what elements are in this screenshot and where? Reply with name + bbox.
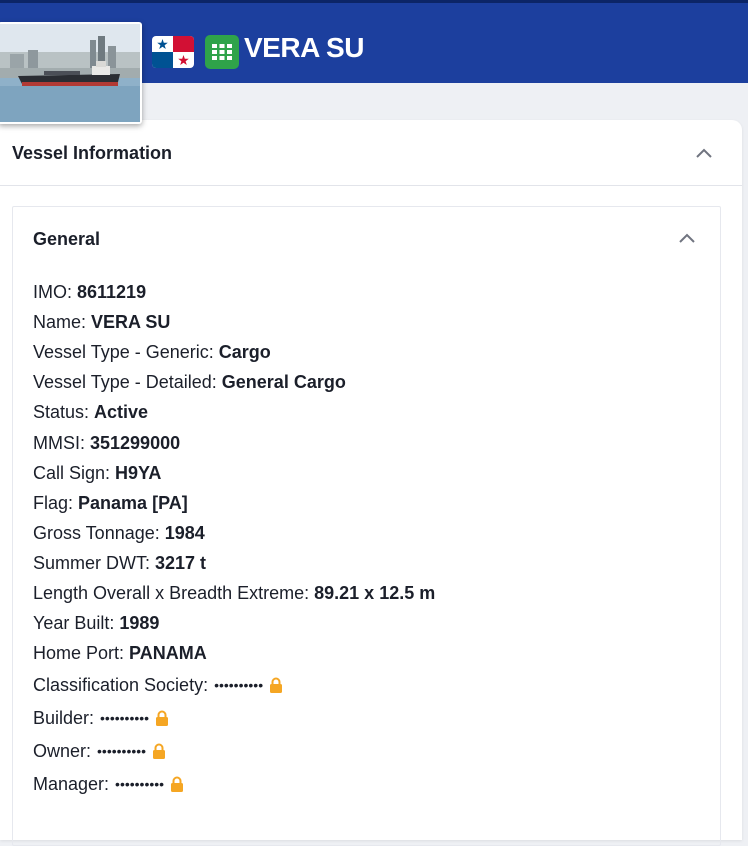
field-label: IMO: (33, 282, 72, 303)
field-label: Length Overall x Breadth Extreme: (33, 582, 310, 603)
field-vessel-type-generic: Vessel Type - Generic: Cargo (33, 337, 713, 367)
field-year-built: Year Built: 1989 (33, 608, 713, 638)
field-call-sign: Call Sign: H9YA (33, 458, 713, 488)
field-label: Year Built: (33, 613, 115, 634)
field-label: Home Port: (33, 643, 125, 664)
section-title: General (33, 229, 101, 249)
field-manager: Manager: •••••••••• (33, 767, 713, 800)
field-owner: Owner: •••••••••• (33, 734, 713, 767)
field-label: Flag: (33, 492, 74, 513)
lock-icon[interactable] (155, 710, 169, 726)
field-value: 351299000 (90, 432, 181, 453)
grid-icon[interactable] (205, 35, 239, 69)
field-vessel-type-detailed: Vessel Type - Detailed: General Cargo (33, 367, 713, 397)
divider (0, 185, 742, 186)
chevron-up-icon[interactable] (694, 146, 714, 160)
field-value: Panama [PA] (78, 492, 188, 513)
field-mmsi: MMSI: 351299000 (33, 427, 713, 457)
field-value: PANAMA (129, 643, 207, 664)
field-label: Manager: (33, 773, 110, 794)
vessel-information-panel: Vessel Information General IMO: 8611219 … (0, 120, 742, 846)
panel-title: Vessel Information (12, 143, 173, 163)
field-dimensions: Length Overall x Breadth Extreme: 89.21 … (33, 578, 713, 608)
field-value: 8611219 (77, 282, 147, 303)
field-label: Gross Tonnage: (33, 522, 160, 543)
vessel-name-title: VERA SU (244, 32, 364, 63)
field-label: Vessel Type - Generic: (33, 342, 214, 363)
field-value: Cargo (218, 342, 271, 363)
field-value: 3217 t (155, 552, 207, 573)
field-value: VERA SU (91, 312, 171, 333)
field-status: Status: Active (33, 397, 713, 427)
field-label: Builder: (33, 707, 95, 728)
field-label: Owner: (33, 740, 92, 761)
field-home-port: Home Port: PANAMA (33, 638, 713, 668)
field-name: Name: VERA SU (33, 307, 713, 337)
field-value: 1989 (119, 613, 160, 634)
field-label: Classification Society: (33, 674, 209, 695)
field-list: IMO: 8611219 Name: VERA SU Vessel Type -… (33, 277, 713, 800)
field-label: Vessel Type - Detailed: (33, 372, 217, 393)
lock-icon[interactable] (152, 743, 166, 759)
masked-value: •••••••••• (214, 676, 264, 693)
field-label: Status: (33, 402, 90, 423)
chevron-up-icon[interactable] (677, 231, 697, 245)
general-section: General IMO: 8611219 Name: VERA SU Vesse… (12, 206, 721, 846)
field-summer-dwt: Summer DWT: 3217 t (33, 548, 713, 578)
field-value: 89.21 x 12.5 m (314, 582, 436, 603)
lock-icon[interactable] (269, 677, 283, 693)
field-imo: IMO: 8611219 (33, 277, 713, 307)
panama-flag-icon (152, 36, 194, 68)
field-value: H9YA (115, 462, 162, 483)
field-label: Name: (33, 312, 87, 333)
lock-icon[interactable] (170, 776, 184, 792)
masked-value: •••••••••• (97, 742, 147, 759)
field-builder: Builder: •••••••••• (33, 701, 713, 734)
field-value: 1984 (164, 522, 205, 543)
field-classification-society: Classification Society: •••••••••• (33, 668, 713, 701)
field-value: Active (94, 402, 149, 423)
masked-value: •••••••••• (115, 775, 165, 792)
vessel-photo[interactable] (0, 22, 142, 124)
field-label: Summer DWT: (33, 552, 150, 573)
field-value: General Cargo (221, 372, 346, 393)
field-flag: Flag: Panama [PA] (33, 488, 713, 518)
masked-value: •••••••••• (100, 709, 150, 726)
field-label: MMSI: (33, 432, 85, 453)
field-label: Call Sign: (33, 462, 111, 483)
field-gross-tonnage: Gross Tonnage: 1984 (33, 518, 713, 548)
